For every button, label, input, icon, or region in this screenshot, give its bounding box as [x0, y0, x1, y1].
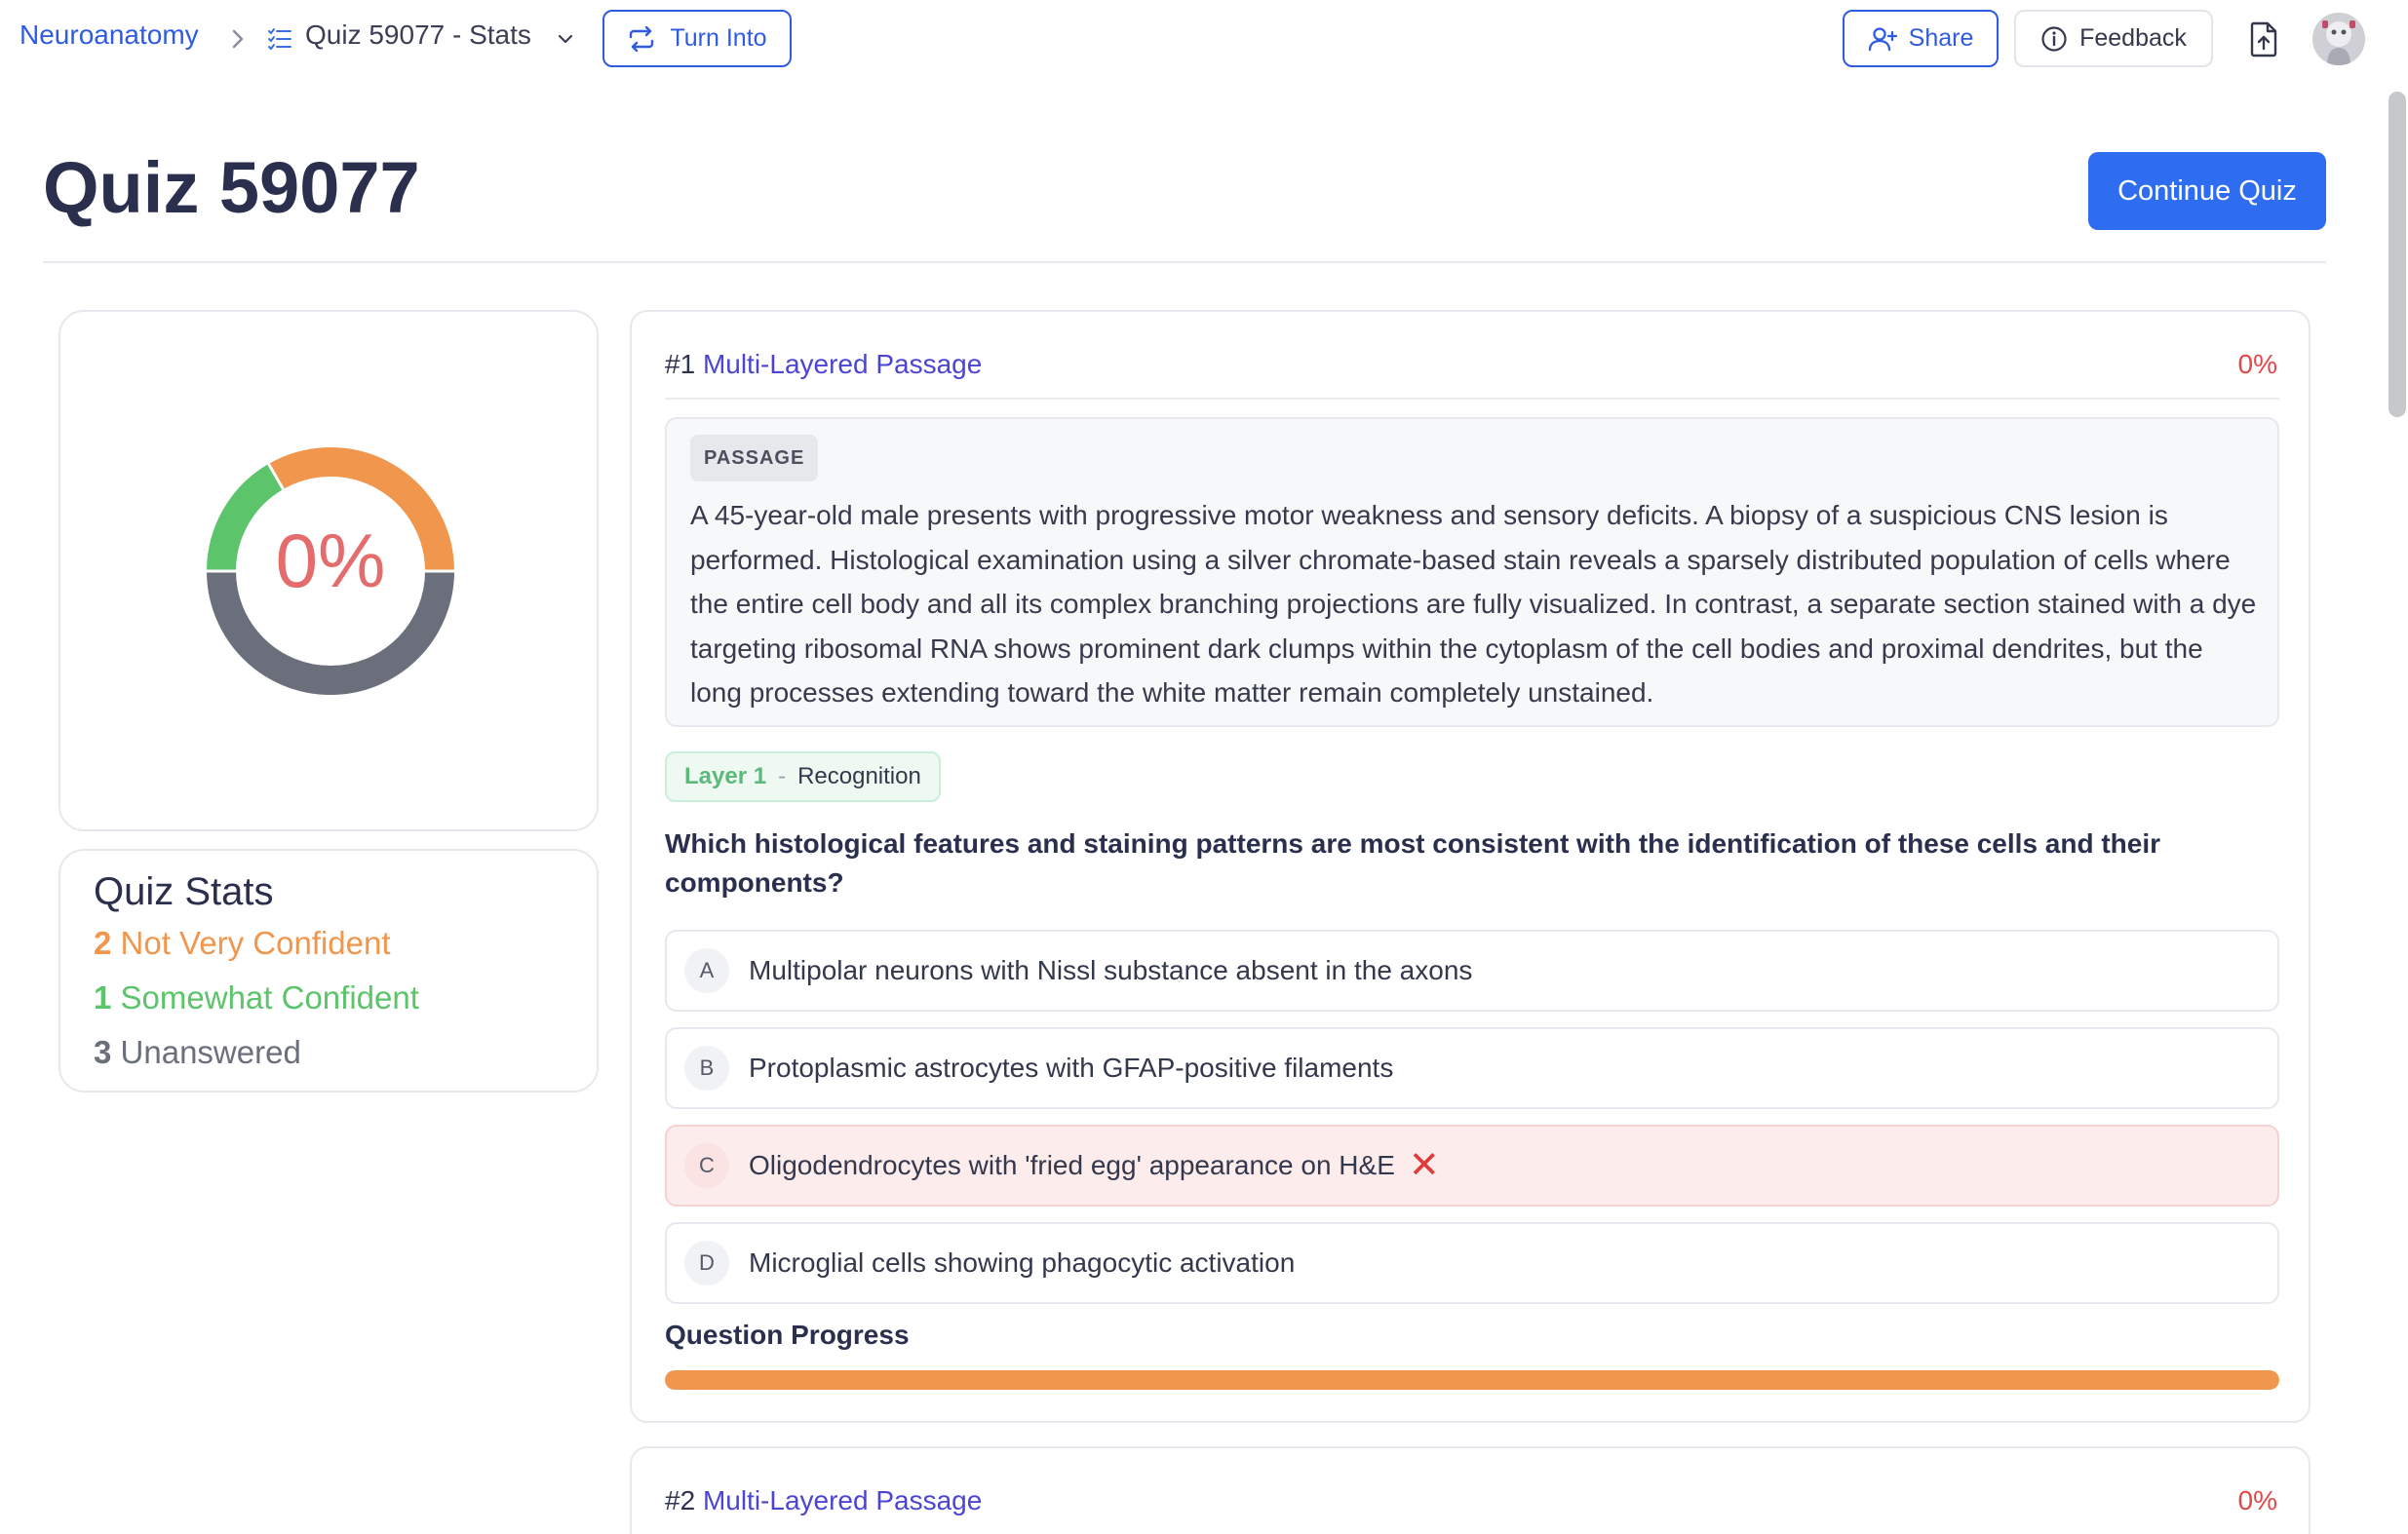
share-label: Share	[1908, 24, 1974, 52]
share-button[interactable]: Share	[1843, 10, 1999, 67]
option-letter: C	[684, 1143, 729, 1188]
question-type-link[interactable]: Multi-Layered Passage	[703, 1485, 982, 1515]
passage-text: A 45-year-old male presents with progres…	[690, 500, 2257, 708]
quiz-stats-card: Quiz Stats 2 Not Very Confident 1 Somewh…	[58, 849, 599, 1093]
question-header: #1 Multi-Layered Passage	[665, 349, 982, 380]
answer-option-a[interactable]: A Multipolar neurons with Nissl substanc…	[665, 930, 2279, 1012]
question-progress-fill	[665, 1370, 2279, 1390]
layer-badge: Layer 1 - Recognition	[665, 751, 941, 802]
question-number: #1	[665, 349, 696, 379]
stats-somewhat-confident: 1 Somewhat Confident	[94, 979, 419, 1016]
option-text: Protoplasmic astrocytes with GFAP-positi…	[749, 1053, 1394, 1083]
option-text: Multipolar neurons with Nissl substance …	[749, 955, 1473, 985]
question-card: #2 Multi-Layered Passage 0%	[630, 1446, 2311, 1534]
score-donut-card: 0%	[58, 310, 599, 831]
chevron-down-icon[interactable]	[556, 29, 575, 49]
turn-into-label: Turn Into	[670, 24, 767, 52]
stats-count: 1	[94, 979, 112, 1016]
question-progress-label: Question Progress	[665, 1320, 910, 1350]
breadcrumb-root-link[interactable]: Neuroanatomy	[19, 19, 199, 51]
scrollbar-thumb[interactable]	[2389, 92, 2406, 417]
question-progress-bar	[665, 1370, 2279, 1390]
add-user-icon	[1868, 26, 1897, 51]
layer-separator: -	[778, 763, 787, 789]
question-header: #2 Multi-Layered Passage	[665, 1485, 982, 1516]
question-card: #1 Multi-Layered Passage 0% PASSAGE A 45…	[630, 310, 2311, 1423]
stats-count: 2	[94, 925, 112, 961]
quiz-stats-title: Quiz Stats	[94, 870, 274, 913]
stats-label: Somewhat Confident	[120, 979, 419, 1016]
passage-box: PASSAGE A 45-year-old male presents with…	[665, 417, 2279, 727]
passage-tag: PASSAGE	[690, 435, 819, 481]
option-text: Microglial cells showing phagocytic acti…	[749, 1247, 1296, 1278]
file-upload-icon[interactable]	[2244, 19, 2283, 58]
question-number: #2	[665, 1485, 696, 1515]
stats-unanswered: 3 Unanswered	[94, 1034, 301, 1071]
incorrect-x-icon: ✕	[1408, 1145, 1440, 1186]
question-percent: 0%	[2237, 349, 2277, 379]
turn-into-button[interactable]: Turn Into	[602, 10, 792, 67]
feedback-button[interactable]: Feedback	[2014, 10, 2213, 67]
layer-type: Recognition	[797, 763, 921, 789]
stats-label: Not Very Confident	[120, 925, 391, 961]
answer-option-d[interactable]: D Microglial cells showing phagocytic ac…	[665, 1222, 2279, 1304]
score-percent: 0%	[275, 518, 386, 603]
layer-name: Layer 1	[684, 763, 767, 789]
stats-not-very-confident: 2 Not Very Confident	[94, 925, 391, 962]
breadcrumb-current[interactable]: Quiz 59077 - Stats	[305, 19, 531, 51]
option-letter: D	[684, 1241, 729, 1285]
answer-option-c[interactable]: C Oligodendrocytes with 'fried egg' appe…	[665, 1125, 2279, 1207]
user-avatar-image	[2312, 13, 2365, 65]
question-header-divider	[665, 398, 2279, 400]
answer-option-b[interactable]: B Protoplasmic astrocytes with GFAP-posi…	[665, 1027, 2279, 1109]
repeat-icon	[630, 25, 654, 52]
question-text: Which histological features and staining…	[665, 828, 2161, 898]
option-letter: B	[684, 1046, 729, 1091]
question-type-link[interactable]: Multi-Layered Passage	[703, 349, 982, 379]
option-text: Oligodendrocytes with 'fried egg' appear…	[749, 1150, 1395, 1180]
checklist-icon	[268, 28, 291, 51]
info-icon	[2041, 25, 2067, 52]
question-percent: 0%	[2237, 1485, 2277, 1515]
feedback-label: Feedback	[2079, 24, 2187, 52]
continue-quiz-button[interactable]: Continue Quiz	[2088, 152, 2326, 230]
stats-count: 3	[94, 1034, 112, 1070]
stats-label: Unanswered	[120, 1034, 301, 1070]
option-letter: A	[684, 948, 729, 993]
avatar[interactable]	[2312, 13, 2365, 65]
chevron-right-icon	[232, 29, 244, 49]
top-bar: Neuroanatomy Quiz 59077 - Stats Turn Int…	[0, 0, 2408, 78]
header-divider	[43, 261, 2326, 263]
page-title: Quiz 59077	[43, 147, 420, 228]
